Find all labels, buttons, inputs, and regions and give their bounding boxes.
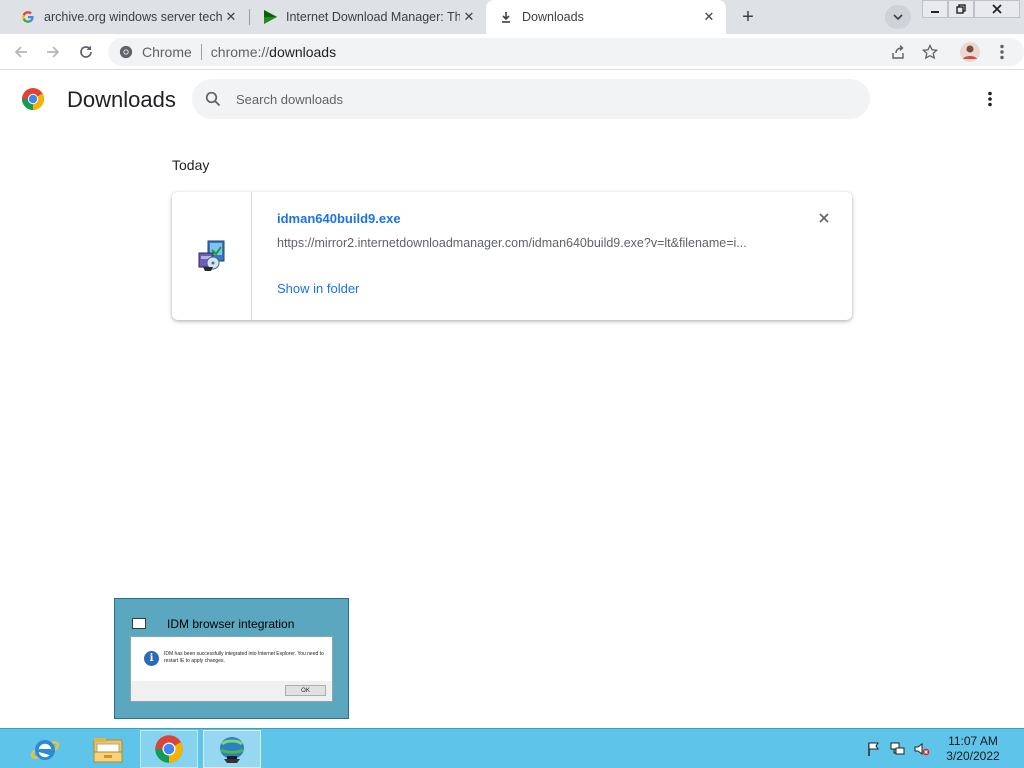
popup-message: IDM has been successfully integrated int…	[164, 651, 324, 664]
idm-taskbar-button[interactable]	[203, 730, 261, 768]
search-icon	[204, 90, 222, 108]
file-icon-area	[172, 192, 252, 320]
tab-downloads[interactable]: Downloads ✕	[486, 0, 726, 34]
new-tab-button[interactable]: +	[734, 4, 762, 30]
taskbar: 11:07 AM 3/20/2022	[0, 728, 1024, 768]
download-icon	[498, 9, 514, 25]
chrome-logo-icon	[21, 87, 45, 111]
more-actions-button[interactable]	[978, 87, 1002, 111]
idm-integration-popup: IDM browser integration i IDM has been s…	[114, 598, 349, 719]
arrow-left-icon	[14, 46, 27, 58]
window-close-button[interactable]	[974, 0, 1020, 18]
idm-icon	[220, 737, 244, 763]
google-g-icon	[20, 9, 36, 25]
tab-idm[interactable]: Internet Download Manager: The ✕	[250, 0, 486, 34]
browser-menu-button[interactable]	[988, 38, 1016, 66]
tab-title: Downloads	[522, 10, 584, 24]
omnibox-chip: Chrome	[142, 44, 192, 60]
share-icon	[892, 45, 904, 59]
file-name-link[interactable]: idman640build9.exe	[277, 211, 401, 226]
bookmark-button[interactable]	[916, 38, 944, 66]
file-explorer-icon	[93, 738, 123, 763]
forward-button[interactable]	[39, 38, 67, 66]
idm-message-dialog: i IDM has been successfully integrated i…	[130, 636, 333, 702]
window-icon	[132, 618, 146, 629]
volume-muted-icon[interactable]	[914, 741, 930, 757]
restore-icon	[956, 4, 966, 14]
chrome-icon	[155, 735, 183, 763]
star-icon	[922, 44, 938, 60]
taskbar-clock[interactable]: 11:07 AM 3/20/2022	[940, 734, 1006, 764]
tab-archive-org[interactable]: archive.org windows server techn ✕	[8, 0, 248, 34]
minimize-button[interactable]	[922, 0, 948, 18]
action-center-flag-icon[interactable]	[866, 741, 882, 757]
share-button[interactable]	[884, 38, 912, 66]
close-icon[interactable]: ✕	[460, 8, 478, 26]
installer-icon	[198, 240, 224, 271]
tab-title: Internet Download Manager: The	[286, 10, 460, 24]
arrow-right-icon	[47, 46, 60, 58]
close-icon[interactable]: ✕	[222, 8, 240, 26]
file-explorer-taskbar-button[interactable]	[79, 730, 137, 768]
omnibox-url: chrome://downloads	[211, 44, 336, 60]
page-title: Downloads	[67, 87, 176, 112]
profile-button[interactable]	[956, 38, 984, 66]
show-in-folder-link[interactable]: Show in folder	[277, 281, 359, 296]
download-item: idman640build9.exe https://mirror2.inter…	[172, 192, 852, 320]
url-path: downloads	[269, 44, 337, 60]
popup-title: IDM browser integration	[167, 617, 295, 631]
chrome-info-icon	[118, 44, 134, 60]
file-source-url[interactable]: https://mirror2.internetdownloadmanager.…	[277, 236, 777, 250]
restore-button[interactable]	[948, 0, 974, 18]
downloads-header: Downloads	[0, 71, 1024, 129]
browser-toolbar: Chrome chrome://downloads	[0, 34, 1024, 70]
search-input[interactable]	[236, 91, 870, 107]
vertical-dots-icon	[1000, 44, 1004, 60]
tab-title: archive.org windows server techn	[44, 10, 222, 24]
avatar	[960, 42, 980, 62]
minimize-icon	[931, 11, 939, 13]
chrome-taskbar-button[interactable]	[140, 730, 198, 768]
tab-strip: archive.org windows server techn ✕ Inter…	[0, 0, 1024, 34]
date-heading: Today	[172, 157, 210, 173]
clock-date: 3/20/2022	[946, 749, 1000, 763]
url-scheme: chrome://	[210, 44, 270, 60]
omnibox-divider	[200, 44, 202, 60]
tab-search-button[interactable]	[885, 5, 911, 29]
search-bar[interactable]	[192, 79, 870, 119]
back-button[interactable]	[7, 38, 35, 66]
internet-explorer-icon	[30, 740, 60, 760]
reload-icon	[80, 45, 92, 58]
close-icon	[819, 213, 829, 223]
vertical-dots-icon	[988, 91, 992, 107]
chevron-down-icon	[893, 14, 903, 21]
internet-explorer-taskbar-button[interactable]	[16, 730, 74, 768]
remove-download-button[interactable]	[815, 209, 833, 227]
idm-play-icon	[262, 9, 278, 25]
info-icon: i	[144, 651, 159, 666]
clock-time: 11:07 AM	[948, 734, 998, 748]
close-icon[interactable]: ✕	[700, 8, 718, 26]
ok-button[interactable]: OK	[285, 685, 326, 696]
reload-button[interactable]	[72, 38, 100, 66]
network-icon[interactable]	[890, 741, 906, 757]
dialog-footer: OK	[131, 681, 332, 701]
close-icon	[992, 4, 1002, 14]
